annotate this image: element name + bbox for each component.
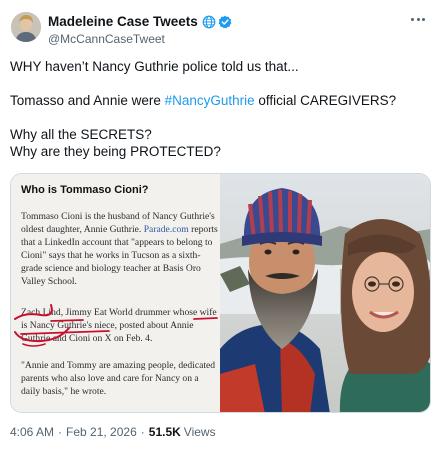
article-title: Who is Tommaso Cioni? xyxy=(21,184,149,196)
author-handle[interactable]: @McCannCaseTweet xyxy=(48,32,165,46)
avatar[interactable] xyxy=(11,12,41,42)
more-icon[interactable] xyxy=(411,14,429,24)
tweet-meta: 4:06 AM · Feb 21, 2026 · 51.5K Views xyxy=(10,425,216,439)
tweet-line-2-start: Tomasso and Annie were xyxy=(10,93,165,108)
tweet: Madeleine Case Tweets @McCannCaseTweet W… xyxy=(0,0,441,452)
views-label: Views xyxy=(183,425,216,439)
tweet-line-3: Why all the SECRETS? xyxy=(10,127,152,142)
meta-separator: · xyxy=(140,425,145,439)
article-paragraph-2: Zach Lind, Jimmy Eat World drummer whose… xyxy=(21,307,217,344)
display-name[interactable]: Madeleine Case Tweets xyxy=(48,14,198,29)
tweet-media[interactable]: Who is Tommaso Cioni? Tommaso Cioni is t… xyxy=(10,173,431,413)
tweet-time[interactable]: 4:06 AM xyxy=(10,425,54,439)
hashtag-link[interactable]: #NancyGuthrie xyxy=(165,93,255,108)
tweet-line-1: WHY haven’t Nancy Guthrie police told us… xyxy=(10,59,299,74)
author-name-row: Madeleine Case Tweets xyxy=(48,14,232,29)
tweet-line-2: Tomasso and Annie were #NancyGuthrie off… xyxy=(10,92,430,109)
article-source-link: Parade.com xyxy=(143,223,189,235)
tweet-line-2-end: official CAREGIVERS? xyxy=(254,93,397,108)
views-count[interactable]: 51.5K xyxy=(149,425,181,439)
verified-icon[interactable] xyxy=(218,15,232,29)
meta-separator: · xyxy=(58,425,63,439)
article-paragraph-3: "Annie and Tommy are amazing people, ded… xyxy=(21,360,216,397)
tweet-date[interactable]: Feb 21, 2026 xyxy=(66,425,137,439)
article-screenshot[interactable]: Who is Tommaso Cioni? Tommaso Cioni is t… xyxy=(11,174,221,412)
globe-icon xyxy=(202,15,216,29)
tweet-line-4: Why are they being PROTECTED? xyxy=(10,144,221,159)
article-paragraph-1: Tommaso Cioni is the husband of Nancy Gu… xyxy=(21,211,219,288)
tweet-text: WHY haven’t Nancy Guthrie police told us… xyxy=(10,58,430,160)
selfie-photo[interactable] xyxy=(220,174,430,412)
